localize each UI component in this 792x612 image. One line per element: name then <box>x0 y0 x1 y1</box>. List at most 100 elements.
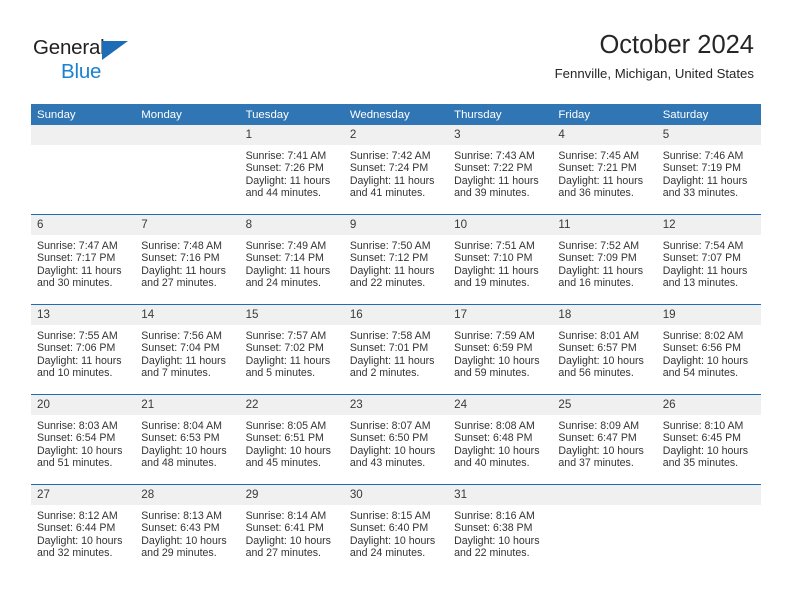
calendar-day-cell[interactable]: 17 Sunrise: 7:59 AM Sunset: 6:59 PM Dayligh… <box>448 304 553 395</box>
day-info: Sunrise: 7:56 AM Sunset: 7:04 PM Daylight:… <box>135 325 239 379</box>
title-block: October 2024 Fennville, Michigan, United… <box>555 31 754 82</box>
sunset-text: Sunset: 7:02 PM <box>245 342 324 355</box>
daylight-text-line1: Daylight: 10 hours <box>349 534 436 547</box>
sunrise-text: Sunrise: 8:09 AM <box>558 420 640 432</box>
day-number: 12 <box>656 215 761 235</box>
day-info: Sunrise: 7:48 AM Sunset: 7:16 PM Daylight:… <box>135 235 239 289</box>
calendar-day-cell[interactable]: 30 Sunrise: 8:15 AM Sunset: 6:40 PM Dayligh… <box>343 484 449 574</box>
sunset-text: Sunset: 7:07 PM <box>662 252 742 265</box>
day-info: Sunrise: 8:07 AM Sunset: 6:50 PM Daylight:… <box>344 415 448 469</box>
calendar-day-cell[interactable]: 8 Sunrise: 7:49 AM Sunset: 7:14 PM Daylight… <box>239 214 344 305</box>
sunset-text: Sunset: 6:51 PM <box>245 432 324 445</box>
daylight-text-line2: and 45 minutes. <box>245 457 321 470</box>
sunrise-text: Sunrise: 7:54 AM <box>662 240 744 252</box>
logo-triangle-icon <box>102 41 128 60</box>
sunset-text: Sunset: 7:14 PM <box>245 252 324 265</box>
sunrise-text: Sunrise: 7:56 AM <box>141 330 222 342</box>
calendar-day-cell[interactable]: 21 Sunrise: 8:04 AM Sunset: 6:53 PM Dayligh… <box>135 394 240 485</box>
sunset-text: Sunset: 6:54 PM <box>37 432 116 445</box>
calendar-day-cell[interactable]: 27 Sunrise: 8:12 AM Sunset: 6:44 PM Dayligh… <box>31 484 136 574</box>
day-number: 6 <box>31 215 136 235</box>
calendar-day-cell[interactable]: 19 Sunrise: 8:02 AM Sunset: 6:56 PM Dayligh… <box>656 304 761 395</box>
calendar-day-cell[interactable]: 20 Sunrise: 8:03 AM Sunset: 6:54 PM Dayligh… <box>31 394 136 485</box>
calendar-day-cell[interactable]: 22 Sunrise: 8:05 AM Sunset: 6:51 PM Dayligh… <box>239 394 344 485</box>
calendar-day-cell[interactable]: 12 Sunrise: 7:54 AM Sunset: 7:07 PM Dayligh… <box>656 214 761 305</box>
calendar-day-cell[interactable]: 1 Sunrise: 7:41 AM Sunset: 7:26 PM Daylight… <box>239 125 344 215</box>
daylight-text-line2: and 24 minutes. <box>349 547 426 560</box>
calendar-day-cell[interactable]: 24 Sunrise: 8:08 AM Sunset: 6:48 PM Dayligh… <box>448 394 553 485</box>
day-number: 29 <box>239 485 344 505</box>
day-number <box>656 485 761 505</box>
sunrise-text: Sunrise: 7:51 AM <box>454 240 535 252</box>
daylight-text-line1: Daylight: 10 hours <box>37 444 123 457</box>
sunrise-text: Sunrise: 7:52 AM <box>558 240 640 252</box>
calendar-day-cell[interactable]: 4 Sunrise: 7:45 AM Sunset: 7:21 PM Daylight… <box>552 125 657 215</box>
calendar-day-cell[interactable]: 31 Sunrise: 8:16 AM Sunset: 6:38 PM Dayligh… <box>448 484 553 574</box>
calendar-day-cell[interactable]: 6 Sunrise: 7:47 AM Sunset: 7:17 PM Daylight… <box>31 214 136 305</box>
calendar-day-cell[interactable]: 3 Sunrise: 7:43 AM Sunset: 7:22 PM Daylight… <box>448 125 553 215</box>
calendar-cell-empty <box>31 125 136 215</box>
calendar-day-cell[interactable]: 15 Sunrise: 7:57 AM Sunset: 7:02 PM Dayligh… <box>239 304 344 395</box>
calendar-day-cell[interactable]: 29 Sunrise: 8:14 AM Sunset: 6:41 PM Dayligh… <box>239 484 344 574</box>
daylight-text-line2: and 10 minutes. <box>37 367 113 380</box>
day-info: Sunrise: 7:59 AM Sunset: 6:59 PM Daylight:… <box>448 325 552 379</box>
daylight-text-line1: Daylight: 10 hours <box>245 534 331 547</box>
daylight-text-line2: and 7 minutes. <box>141 367 211 380</box>
calendar-day-cell[interactable]: 5 Sunrise: 7:46 AM Sunset: 7:19 PM Daylight… <box>656 125 761 215</box>
calendar-day-cell[interactable]: 14 Sunrise: 7:56 AM Sunset: 7:04 PM Dayligh… <box>135 304 240 395</box>
day-number: 24 <box>448 395 553 415</box>
sunrise-text: Sunrise: 7:42 AM <box>349 150 431 162</box>
day-number: 16 <box>343 305 449 325</box>
day-info: Sunrise: 8:14 AM Sunset: 6:41 PM Daylight:… <box>240 505 344 559</box>
calendar-day-cell[interactable]: 25 Sunrise: 8:09 AM Sunset: 6:47 PM Dayligh… <box>552 394 657 485</box>
calendar-day-cell[interactable]: 11 Sunrise: 7:52 AM Sunset: 7:09 PM Dayligh… <box>552 214 657 305</box>
weekday-header-sunday: Sunday <box>31 104 136 125</box>
calendar-day-cell[interactable]: 16 Sunrise: 7:58 AM Sunset: 7:01 PM Dayligh… <box>343 304 449 395</box>
daylight-text-line1: Daylight: 10 hours <box>141 534 227 547</box>
daylight-text-line2: and 36 minutes. <box>558 187 634 200</box>
day-info: Sunrise: 7:50 AM Sunset: 7:12 PM Daylight:… <box>344 235 448 289</box>
sunset-text: Sunset: 7:16 PM <box>141 252 220 265</box>
day-number: 31 <box>448 485 553 505</box>
day-info: Sunrise: 8:16 AM Sunset: 6:38 PM Daylight:… <box>448 505 552 559</box>
sunrise-text: Sunrise: 8:16 AM <box>454 510 535 522</box>
day-number: 20 <box>31 395 136 415</box>
day-info: Sunrise: 8:01 AM Sunset: 6:57 PM Daylight:… <box>552 325 656 379</box>
daylight-text-line2: and 19 minutes. <box>454 277 530 290</box>
calendar-day-cell[interactable]: 26 Sunrise: 8:10 AM Sunset: 6:45 PM Dayligh… <box>656 394 761 485</box>
daylight-text-line1: Daylight: 11 hours <box>349 174 435 187</box>
sunset-text: Sunset: 6:47 PM <box>558 432 637 445</box>
sunrise-text: Sunrise: 8:14 AM <box>245 510 327 522</box>
calendar-day-cell[interactable]: 13 Sunrise: 7:55 AM Sunset: 7:06 PM Dayligh… <box>31 304 136 395</box>
sunset-text: Sunset: 6:43 PM <box>141 522 220 535</box>
day-info: Sunrise: 7:47 AM Sunset: 7:17 PM Daylight:… <box>31 235 135 289</box>
daylight-text-line1: Daylight: 10 hours <box>454 354 540 367</box>
sunset-text: Sunset: 6:40 PM <box>349 522 429 535</box>
day-info: Sunrise: 8:15 AM Sunset: 6:40 PM Daylight:… <box>344 505 448 559</box>
calendar-day-cell[interactable]: 7 Sunrise: 7:48 AM Sunset: 7:16 PM Daylight… <box>135 214 240 305</box>
day-number: 17 <box>448 305 553 325</box>
calendar-day-cell[interactable]: 28 Sunrise: 8:13 AM Sunset: 6:43 PM Dayligh… <box>135 484 240 574</box>
calendar-day-cell[interactable]: 9 Sunrise: 7:50 AM Sunset: 7:12 PM Daylight… <box>343 214 449 305</box>
sunrise-text: Sunrise: 8:12 AM <box>37 510 118 522</box>
day-info: Sunrise: 7:54 AM Sunset: 7:07 PM Daylight:… <box>657 235 761 289</box>
daylight-text-line2: and 39 minutes. <box>454 187 530 200</box>
sunset-text: Sunset: 7:17 PM <box>37 252 116 265</box>
daylight-text-line1: Daylight: 10 hours <box>454 534 540 547</box>
daylight-text-line2: and 16 minutes. <box>558 277 634 290</box>
calendar-day-cell[interactable]: 18 Sunrise: 8:01 AM Sunset: 6:57 PM Dayligh… <box>552 304 657 395</box>
calendar-day-cell[interactable]: 2 Sunrise: 7:42 AM Sunset: 7:24 PM Daylight… <box>343 125 449 215</box>
daylight-text-line2: and 41 minutes. <box>349 187 426 200</box>
sunrise-text: Sunrise: 8:02 AM <box>662 330 744 342</box>
day-number: 9 <box>343 215 449 235</box>
sunset-text: Sunset: 7:22 PM <box>454 162 533 175</box>
calendar-page: General Blue October 2024 Fennville, Mic… <box>0 0 792 612</box>
page-subtitle: Fennville, Michigan, United States <box>554 66 754 82</box>
calendar-grid: Sunday Monday Tuesday Wednesday Thursday… <box>31 104 761 574</box>
calendar-day-cell[interactable]: 10 Sunrise: 7:51 AM Sunset: 7:10 PM Dayligh… <box>448 214 553 305</box>
daylight-text-line1: Daylight: 11 hours <box>245 354 331 367</box>
day-info: Sunrise: 8:04 AM Sunset: 6:53 PM Daylight:… <box>135 415 239 469</box>
day-number: 30 <box>343 485 449 505</box>
daylight-text-line2: and 48 minutes. <box>141 457 217 470</box>
calendar-day-cell[interactable]: 23 Sunrise: 8:07 AM Sunset: 6:50 PM Dayligh… <box>343 394 449 485</box>
